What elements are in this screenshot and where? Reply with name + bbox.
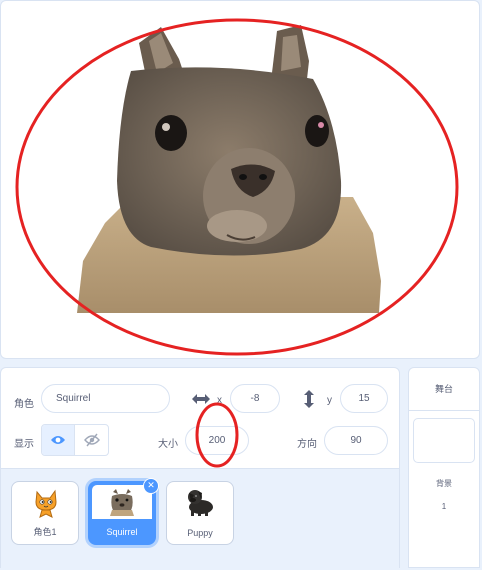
scratch-cat-icon [35,489,57,518]
stage[interactable] [0,0,480,359]
squirrel-sprite-image[interactable] [1,1,480,359]
sprite-info: 角色 Squirrel x -8 y 15 显示 大小 200 方向 90 [1,368,399,468]
sprite-tile-name: 角色1 [33,527,57,537]
sprite-tile-name: Puppy [187,528,213,538]
sprite-thumbnail-frame [92,485,152,519]
sprite-tile-name: Squirrel [106,527,138,537]
show-label: 显示 [14,439,34,450]
hide-button[interactable] [75,425,108,455]
x-label: x [217,395,222,406]
sprite-tile-cat[interactable]: 角色1 [11,481,79,545]
puppy-thumbnail [188,490,213,516]
size-label: 大小 [158,439,178,450]
backdrop-thumbnail[interactable] [413,418,475,463]
eye-slash-icon [83,433,100,447]
show-button[interactable] [42,425,76,455]
direction-label: 方向 [297,439,317,450]
sprite-name-label: 角色 [14,399,34,410]
y-label: y [327,395,332,406]
squirrel-thumbnail [110,489,134,516]
sprite-name-input[interactable]: Squirrel [41,384,170,413]
sprite-list: 角色1 ✕ Squirrel Puppy [1,468,399,570]
sprite-tile-squirrel[interactable]: ✕ Squirrel [88,478,159,545]
x-input[interactable]: -8 [230,384,280,413]
visibility-toggle [41,424,109,456]
stage-title: 舞台 [409,368,479,411]
eye-icon [51,436,65,444]
backdrops-label: 背景 [436,479,452,488]
direction-input[interactable]: 90 [324,426,388,455]
sprite-info-panel: 角色 Squirrel x -8 y 15 显示 大小 200 方向 90 角色… [0,367,400,570]
delete-sprite-icon[interactable]: ✕ [143,478,159,494]
size-input[interactable]: 200 [185,426,249,455]
sprite-tile-puppy[interactable]: Puppy [166,481,234,545]
y-input[interactable]: 15 [340,384,388,413]
horizontal-arrows-icon [192,394,210,404]
backdrops-count: 1 [441,502,447,511]
stage-target-panel[interactable]: 舞台 背景 1 [408,367,480,568]
vertical-arrows-icon [304,390,314,408]
